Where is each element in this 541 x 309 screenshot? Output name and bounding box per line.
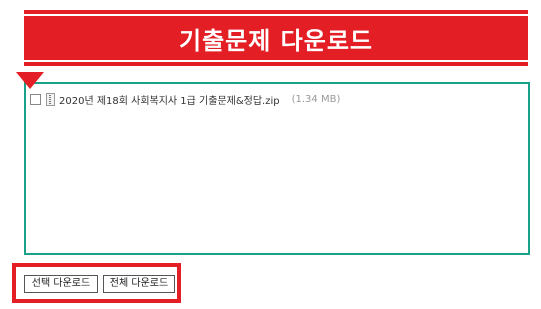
down-arrow-marker-icon (16, 72, 44, 89)
banner-divider-bottom (24, 60, 528, 62)
zip-file-icon (46, 92, 55, 106)
banner-title: 기출문제 다운로드 (179, 26, 373, 55)
file-name[interactable]: 2020년 제18회 사회복지사 1급 기출문제&정답.zip (59, 92, 280, 107)
download-banner: 기출문제 다운로드 (24, 10, 528, 66)
download-all-button[interactable]: 전체 다운로드 (103, 275, 175, 293)
download-button-group: 선택 다운로드 전체 다운로드 (12, 263, 181, 303)
file-checkbox[interactable] (30, 93, 41, 105)
file-size: (1.34 MB) (291, 93, 341, 105)
download-selected-button[interactable]: 선택 다운로드 (24, 275, 98, 293)
file-list-panel: 2020년 제18회 사회복지사 1급 기출문제&정답.zip (1.34 MB… (24, 82, 530, 255)
file-list-item[interactable]: 2020년 제18회 사회복지사 1급 기출문제&정답.zip (1.34 MB… (30, 90, 340, 108)
